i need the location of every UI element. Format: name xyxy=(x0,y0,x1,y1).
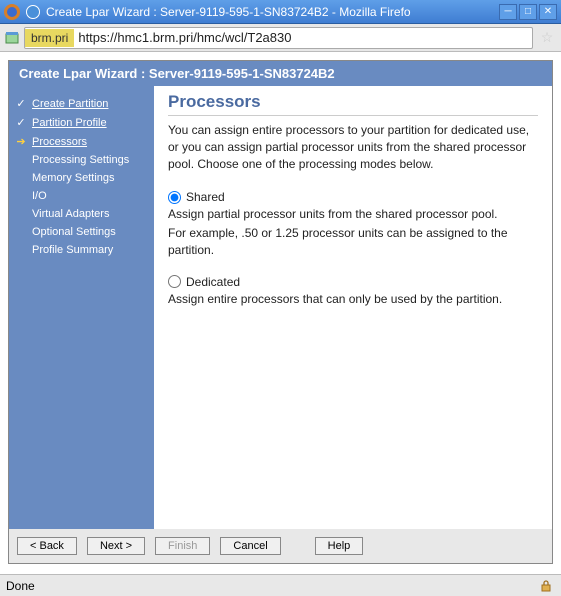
toolbar: brm.pri https://hmc1.brm.pri/hmc/wcl/T2a… xyxy=(0,24,561,52)
sidebar-item-label: Profile Summary xyxy=(15,244,113,256)
site-identity-icon[interactable] xyxy=(4,30,20,46)
dedicated-desc: Assign entire processors that can only b… xyxy=(168,291,538,308)
window-title: Create Lpar Wizard : Server-9119-595-1-S… xyxy=(46,5,499,19)
wizard-header: Create Lpar Wizard : Server-9119-595-1-S… xyxy=(9,61,552,86)
url-host: brm.pri xyxy=(25,29,74,47)
window-titlebar: Create Lpar Wizard : Server-9119-595-1-S… xyxy=(0,0,561,24)
sidebar-item-processors[interactable]: ➔ Processors xyxy=(15,132,150,151)
radio-dedicated[interactable] xyxy=(168,275,181,288)
sidebar-item-label: I/O xyxy=(15,190,47,202)
statusbar: Done xyxy=(0,574,561,596)
sidebar-item-optional-settings: Optional Settings xyxy=(15,223,150,241)
sidebar-item-label: Virtual Adapters xyxy=(15,208,109,220)
page-description: You can assign entire processors to your… xyxy=(168,122,538,172)
back-button[interactable]: < Back xyxy=(17,537,77,555)
maximize-button[interactable]: □ xyxy=(519,4,537,20)
sidebar-item-label[interactable]: Processors xyxy=(32,136,87,148)
url-path: https://hmc1.brm.pri/hmc/wcl/T2a830 xyxy=(74,28,295,47)
sidebar-item-partition-profile[interactable]: ✓ Partition Profile xyxy=(15,113,150,132)
minimize-button[interactable]: ─ xyxy=(499,4,517,20)
shared-desc-2: For example, .50 or 1.25 processor units… xyxy=(168,225,538,259)
status-text: Done xyxy=(6,579,35,593)
close-button[interactable]: ✕ xyxy=(539,4,557,20)
sidebar-item-memory-settings: Memory Settings xyxy=(15,169,150,187)
sidebar-item-label[interactable]: Create Partition xyxy=(32,98,108,110)
next-button[interactable]: Next > xyxy=(87,537,145,555)
shared-desc-1: Assign partial processor units from the … xyxy=(168,206,538,223)
sidebar-item-processing-settings: Processing Settings xyxy=(15,151,150,169)
check-icon: ✓ xyxy=(15,97,27,110)
bookmark-star-icon[interactable]: ☆ xyxy=(537,29,557,46)
button-bar: < Back Next > Finish Cancel Help xyxy=(9,529,552,563)
option-dedicated: Dedicated Assign entire processors that … xyxy=(168,275,538,308)
check-icon: ✓ xyxy=(15,116,27,129)
wizard-sidebar: ✓ Create Partition ✓ Partition Profile ➔… xyxy=(9,86,154,529)
url-bar[interactable]: brm.pri https://hmc1.brm.pri/hmc/wcl/T2a… xyxy=(24,27,533,49)
sidebar-item-label: Memory Settings xyxy=(15,172,115,184)
sidebar-item-io: I/O xyxy=(15,187,150,205)
cancel-button[interactable]: Cancel xyxy=(220,537,280,555)
firefox-icon xyxy=(4,4,20,20)
sidebar-item-create-partition[interactable]: ✓ Create Partition xyxy=(15,94,150,113)
lock-icon[interactable] xyxy=(539,579,555,593)
globe-icon xyxy=(26,5,40,19)
main-panel: Processors You can assign entire process… xyxy=(154,86,552,529)
radio-dedicated-label: Dedicated xyxy=(186,275,240,289)
sidebar-item-profile-summary: Profile Summary xyxy=(15,241,150,259)
sidebar-item-label: Optional Settings xyxy=(15,226,116,238)
wizard-frame: Create Lpar Wizard : Server-9119-595-1-S… xyxy=(8,60,553,564)
radio-shared-label: Shared xyxy=(186,190,225,204)
finish-button: Finish xyxy=(155,537,210,555)
option-shared: Shared Assign partial processor units fr… xyxy=(168,190,538,258)
sidebar-item-label[interactable]: Partition Profile xyxy=(32,117,107,129)
radio-shared[interactable] xyxy=(168,191,181,204)
page-title: Processors xyxy=(168,92,538,116)
arrow-right-icon: ➔ xyxy=(15,135,27,148)
sidebar-item-label: Processing Settings xyxy=(15,154,129,166)
help-button[interactable]: Help xyxy=(315,537,364,555)
sidebar-item-virtual-adapters: Virtual Adapters xyxy=(15,205,150,223)
